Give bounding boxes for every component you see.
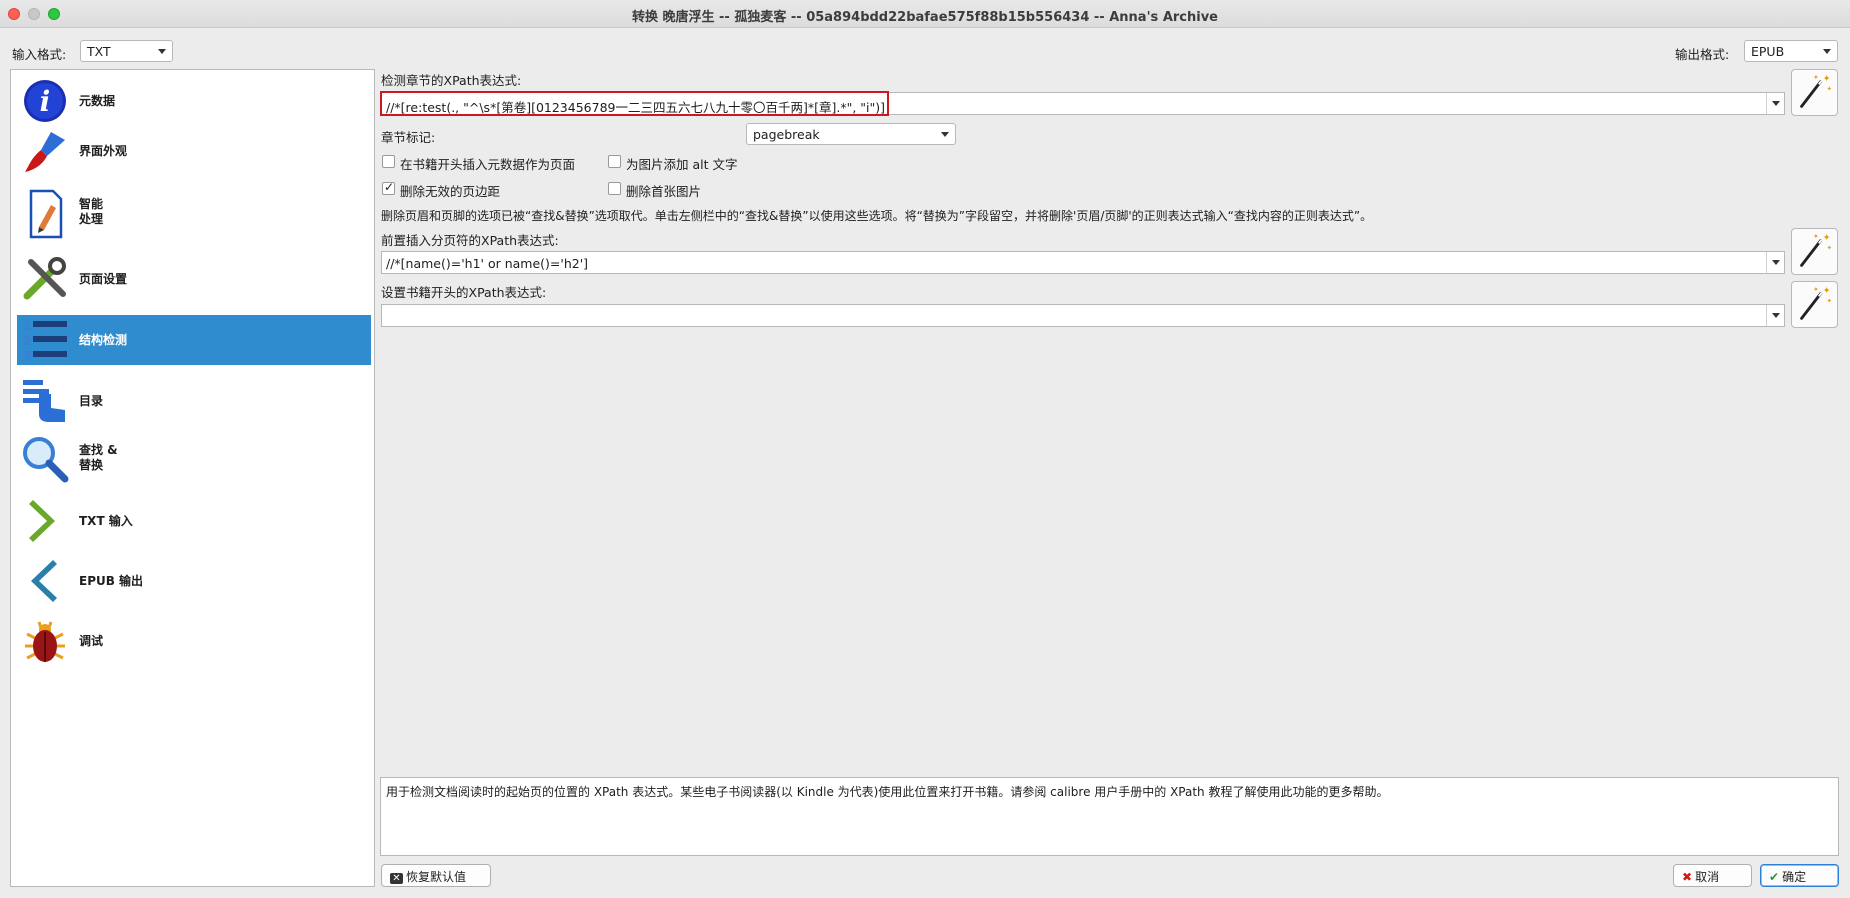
- pagebreak-xpath-input[interactable]: //*[name()='h1' or name()='h2']: [381, 251, 1785, 274]
- chapter-xpath-wizard-button[interactable]: ✦ ✦ ✦: [1791, 69, 1838, 116]
- svg-text:1: 1: [23, 319, 31, 333]
- sidebar-item-label: 智能 处理: [79, 197, 104, 226]
- magnifier-icon: [23, 437, 69, 483]
- checkmark-icon: ✔: [1769, 870, 1780, 884]
- svg-text:✦: ✦: [1826, 297, 1832, 305]
- chevron-down-icon: [158, 49, 166, 54]
- remove-margins-checkbox[interactable]: [382, 180, 395, 195]
- window-title: 转换 晚唐浮生 -- 孤独麦客 -- 05a894bdd22bafae575f8…: [631, 10, 1218, 25]
- remove-first-image-checkbox[interactable]: [608, 182, 621, 195]
- start-xpath-input[interactable]: [381, 304, 1785, 327]
- output-format-label: 输出格式:: [1675, 47, 1730, 62]
- sidebar-item-structure-detection[interactable]: 1 2 3 结构检测: [17, 315, 371, 365]
- svg-text:✦: ✦: [1823, 73, 1831, 84]
- output-format-value: EPUB: [1751, 44, 1785, 59]
- svg-text:✦: ✦: [1813, 233, 1819, 241]
- ok-label: 确定: [1782, 870, 1807, 884]
- chevron-down-icon[interactable]: [1766, 305, 1784, 326]
- svg-text:✦: ✦: [1826, 244, 1832, 252]
- svg-text:3: 3: [23, 349, 31, 363]
- convert-window: 转换 晚唐浮生 -- 孤独麦客 -- 05a894bdd22bafae575f8…: [0, 0, 1850, 898]
- start-xpath-wizard-button[interactable]: ✦ ✦ ✦: [1791, 281, 1838, 328]
- restore-defaults-button[interactable]: ✕ 恢复默认值: [381, 864, 491, 887]
- sidebar-item-search-replace[interactable]: 查找 & 替换: [17, 432, 371, 488]
- magic-wand-icon: ✦ ✦ ✦: [1800, 232, 1832, 267]
- chevron-down-icon: [941, 132, 949, 137]
- output-format-select[interactable]: EPUB: [1744, 40, 1838, 62]
- tools-icon: [23, 257, 66, 300]
- sidebar-item-debug[interactable]: 调试: [17, 616, 371, 666]
- sidebar-item-label: 查找 & 替换: [79, 443, 118, 472]
- header-footer-info-text: 删除页眉和页脚的选项已被“查找&替换”选项取代。单击左侧栏中的“查找&替换”以使…: [381, 209, 1373, 223]
- magic-wand-icon: ✦ ✦ ✦: [1800, 73, 1832, 108]
- help-text: 用于检测文档阅读时的起始页的位置的 XPath 表达式。某些电子书阅读器(以 K…: [386, 785, 1389, 799]
- chapter-mark-value: pagebreak: [753, 127, 820, 142]
- input-format-select[interactable]: TXT: [80, 40, 173, 62]
- sidebar-item-epub-output[interactable]: EPUB 输出: [17, 556, 371, 606]
- chevron-down-icon: [1823, 49, 1831, 54]
- insert-metadata-label: 在书籍开头插入元数据作为页面: [400, 157, 576, 172]
- pagebreak-xpath-label: 前置插入分页符的XPath表达式:: [381, 233, 559, 248]
- sidebar-item-look-and-feel[interactable]: 界面外观: [17, 126, 371, 176]
- chevron-down-icon[interactable]: [1766, 93, 1784, 114]
- info-icon: i: [24, 80, 66, 122]
- svg-text:i: i: [40, 85, 51, 118]
- ok-button[interactable]: ✔ 确定: [1760, 864, 1839, 887]
- svg-text:✦: ✦: [1813, 286, 1819, 294]
- svg-text:2: 2: [23, 334, 31, 348]
- pagebreak-xpath-wizard-button[interactable]: ✦ ✦ ✦: [1791, 228, 1838, 275]
- chevron-right-icon: [29, 500, 55, 542]
- sidebar-item-label: 目录: [79, 394, 104, 408]
- sidebar-item-label: 结构检测: [79, 333, 128, 347]
- title-bar: 转换 晚唐浮生 -- 孤独麦客 -- 05a894bdd22bafae575f8…: [0, 0, 1850, 28]
- chapter-xpath-label: 检测章节的XPath表达式:: [381, 73, 522, 88]
- magic-wand-icon: ✦ ✦ ✦: [1800, 285, 1832, 320]
- sidebar-item-label: 页面设置: [79, 272, 128, 286]
- svg-text:✦: ✦: [1823, 285, 1831, 296]
- chevron-left-icon: [31, 560, 57, 602]
- svg-text:✦: ✦: [1826, 85, 1832, 93]
- sidebar-item-txt-input[interactable]: TXT 输入: [17, 496, 371, 546]
- sidebar-item-label: TXT 输入: [79, 514, 133, 528]
- document-edit-icon: [29, 189, 63, 239]
- restore-icon: ✕: [390, 873, 403, 884]
- cancel-label: 取消: [1695, 870, 1720, 884]
- sidebar-item-label: EPUB 输出: [79, 574, 144, 588]
- input-format-label: 输入格式:: [12, 47, 67, 62]
- remove-first-image-label: 删除首张图片: [626, 184, 702, 199]
- chapter-mark-select[interactable]: pagebreak: [746, 123, 956, 145]
- alt-text-checkbox[interactable]: [608, 155, 621, 168]
- paintbrush-icon: [25, 132, 65, 172]
- insert-metadata-checkbox[interactable]: [382, 155, 395, 168]
- svg-text:✦: ✦: [1823, 232, 1831, 243]
- input-format-value: TXT: [87, 44, 111, 59]
- bug-icon: [25, 621, 65, 662]
- highlight-annotation: [380, 91, 889, 116]
- sidebar-item-page-setup[interactable]: 页面设置: [17, 254, 371, 304]
- sidebar-item-metadata[interactable]: i 元数据: [17, 76, 371, 126]
- sidebar: i 元数据 界面外观 智能 处理 页面设置 1 2 3 结构检测 目录 查找 &…: [10, 69, 375, 887]
- cancel-icon: ✖: [1682, 870, 1693, 884]
- toc-hand-icon: [23, 380, 65, 422]
- svg-text:✦: ✦: [1813, 74, 1819, 82]
- chapter-mark-label: 章节标记:: [381, 130, 436, 145]
- list-icon: 1 2 3: [23, 319, 67, 363]
- sidebar-item-label: 界面外观: [79, 144, 128, 158]
- sidebar-item-heuristics[interactable]: 智能 处理: [17, 186, 371, 242]
- chevron-down-icon[interactable]: [1766, 252, 1784, 273]
- start-xpath-label: 设置书籍开头的XPath表达式:: [381, 285, 547, 300]
- sidebar-item-toc[interactable]: 目录: [17, 376, 371, 426]
- help-text-box: 用于检测文档阅读时的起始页的位置的 XPath 表达式。某些电子书阅读器(以 K…: [380, 777, 1839, 856]
- alt-text-label: 为图片添加 alt 文字: [626, 157, 738, 172]
- sidebar-item-label: 元数据: [79, 94, 116, 108]
- cancel-button[interactable]: ✖ 取消: [1673, 864, 1752, 887]
- restore-defaults-label: 恢复默认值: [406, 870, 467, 884]
- remove-margins-label: 删除无效的页边距: [400, 184, 501, 199]
- sidebar-item-label: 调试: [79, 634, 104, 648]
- pagebreak-xpath-value: //*[name()='h1' or name()='h2']: [386, 256, 589, 271]
